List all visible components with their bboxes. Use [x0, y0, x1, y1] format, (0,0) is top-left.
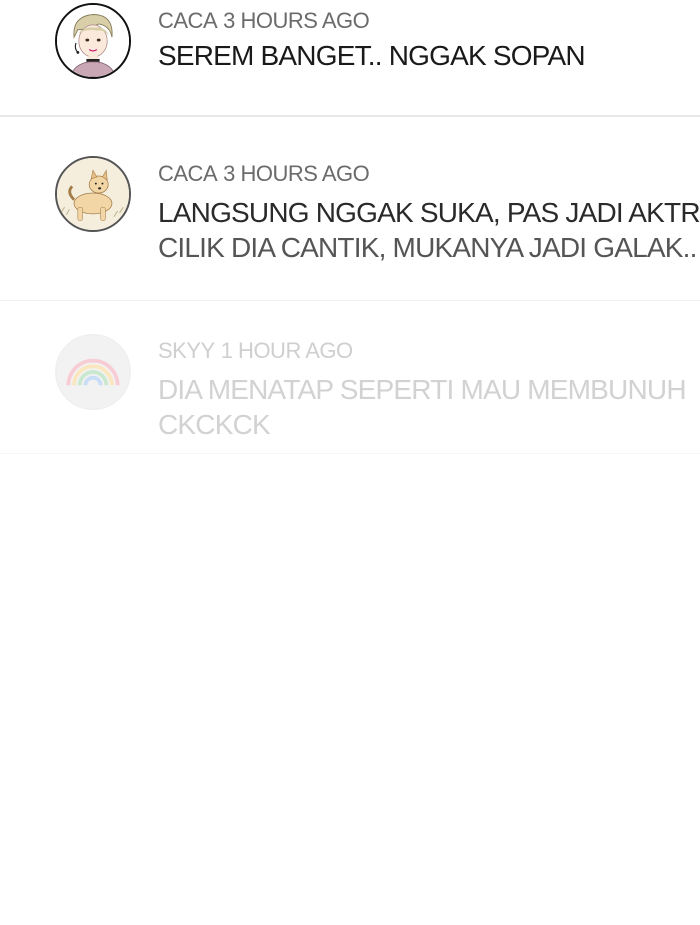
comment-meta: CACA 3 HOURS AGO — [158, 8, 370, 34]
comment-item: SKYY 1 HOUR AGO DIA MENATAP SEPERTI MAU M… — [0, 301, 700, 454]
comment-text: SEREM BANGET.. NGGAK SOPAN — [158, 38, 586, 73]
comment-meta: SKYY 1 HOUR AGO — [158, 338, 353, 364]
rainbow-avatar-icon[interactable] — [55, 334, 131, 410]
comment-item: CACA 3 HOURS AGO SEREM BANGET.. NGGAK SOP… — [0, 0, 700, 117]
comment-text: DIA MENATAP SEPERTI MAU MEMBUNUH CKCKCK — [158, 372, 687, 442]
comment-author[interactable]: CACA — [158, 161, 218, 186]
comment-author[interactable]: CACA — [158, 8, 218, 33]
comment-text-line: CILIK DIA CANTIK, MUKANYA JADI GALAK.. — [158, 232, 697, 263]
comment-text-line: LANGSUNG NGGAK SUKA, PAS JADI AKTRIS — [158, 197, 700, 228]
comment-text-line: SEREM BANGET.. NGGAK SOPAN — [158, 40, 586, 71]
comment-list: CACA 3 HOURS AGO SEREM BANGET.. NGGAK SOP… — [0, 0, 700, 454]
comment-author[interactable]: SKYY — [158, 338, 215, 363]
comment-timestamp: 1 HOUR AGO — [220, 338, 353, 363]
comment-text-line: CKCKCK — [158, 409, 271, 440]
comment-text-line: DIA MENATAP SEPERTI MAU MEMBUNUH — [158, 374, 687, 405]
comment-timestamp: 3 HOURS AGO — [223, 161, 370, 186]
comment-text: LANGSUNG NGGAK SUKA, PAS JADI AKTRIS CIL… — [158, 195, 700, 265]
comment-meta: CACA 3 HOURS AGO — [158, 161, 370, 187]
comment-timestamp: 3 HOURS AGO — [223, 8, 370, 33]
boy-avatar-icon[interactable] — [55, 3, 131, 79]
comment-item: CACA 3 HOURS AGO LANGSUNG NGGAK SUKA, PAS… — [0, 117, 700, 301]
dog-avatar-icon[interactable] — [55, 156, 131, 232]
